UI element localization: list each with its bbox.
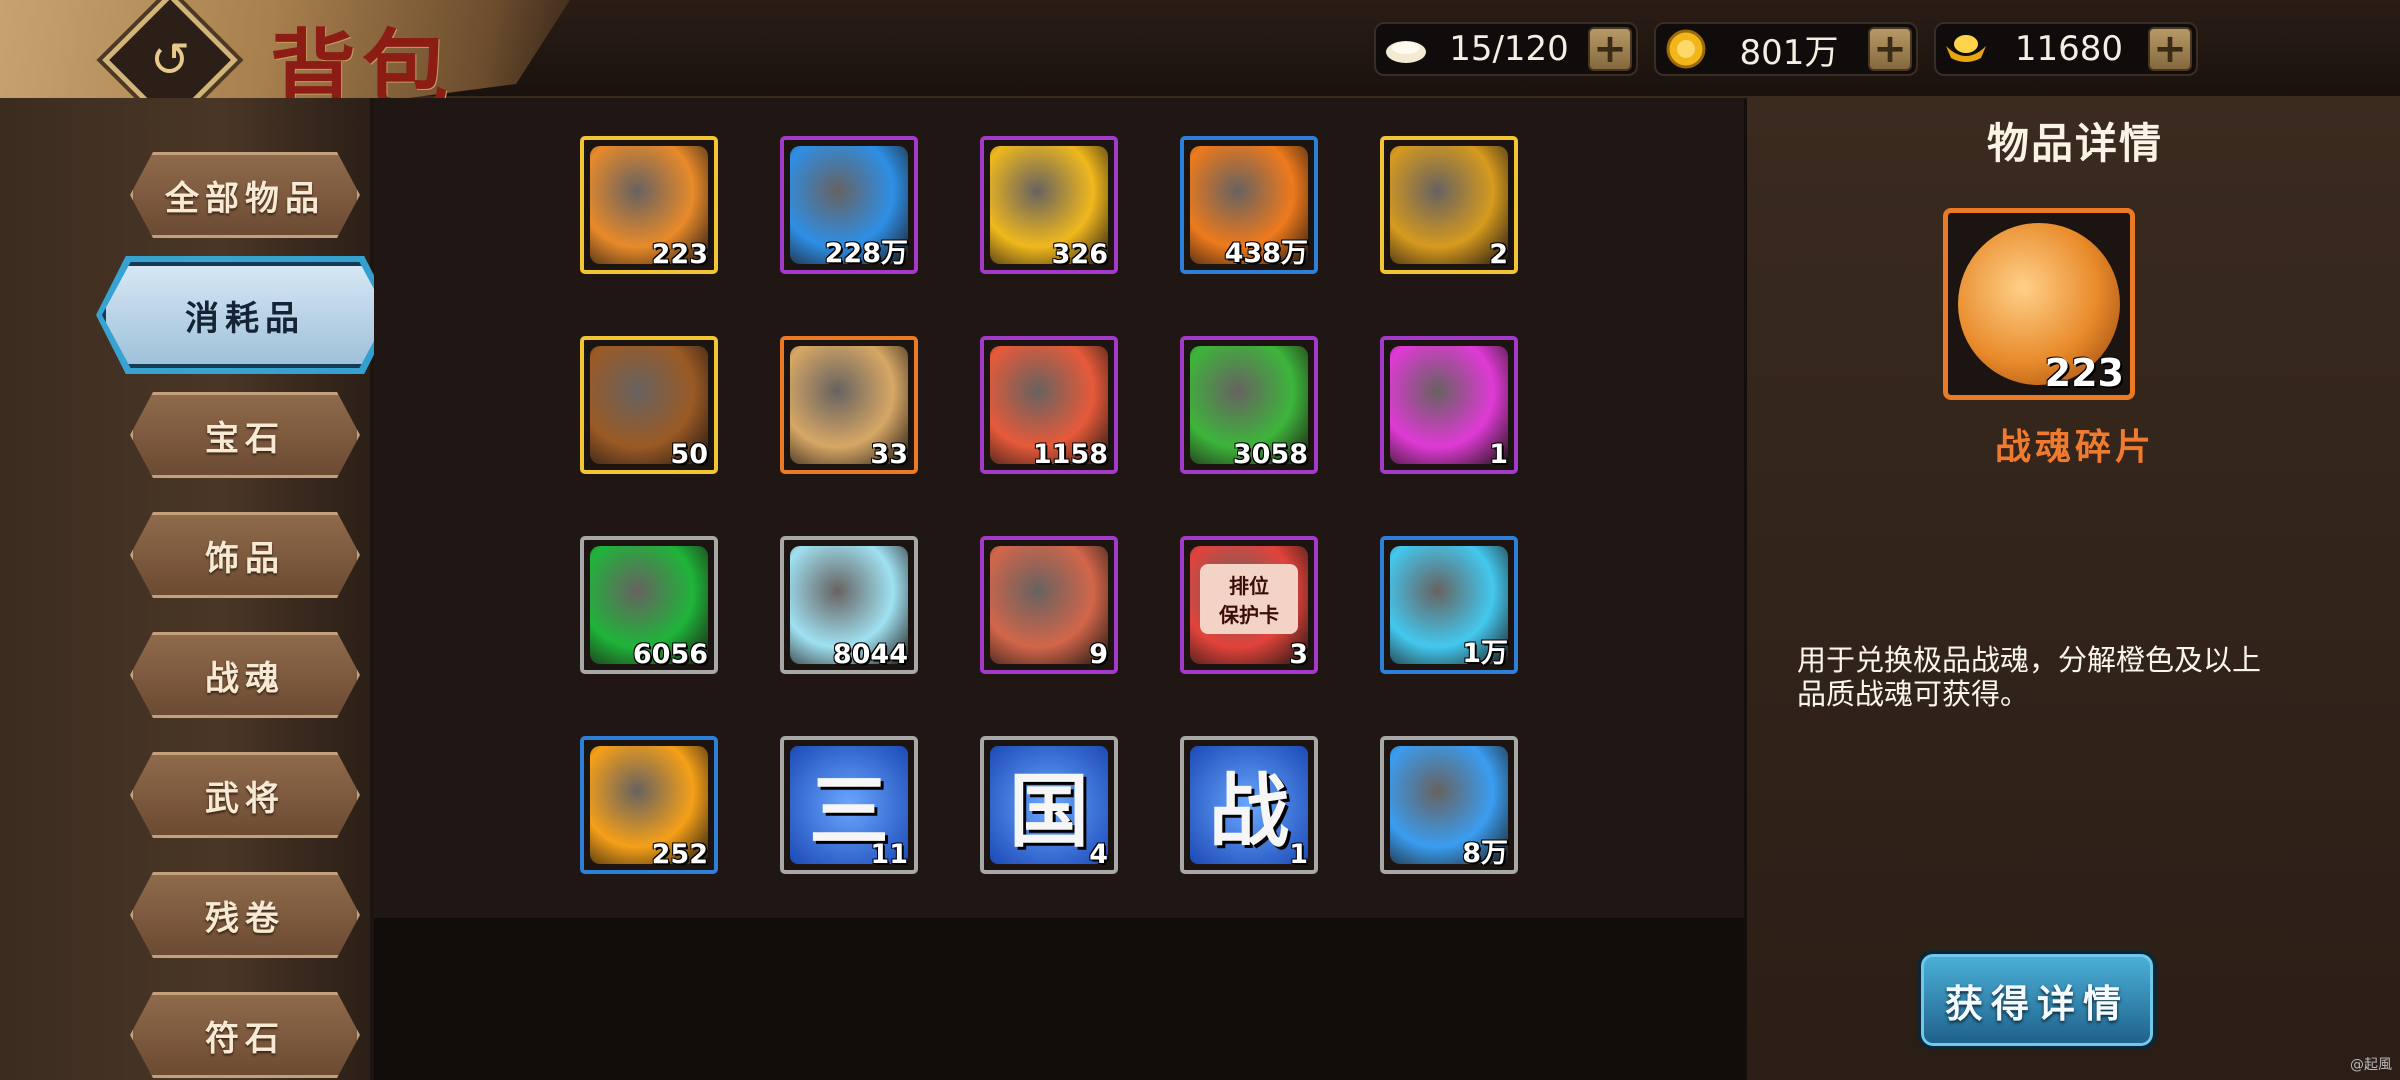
item-count: 6056 [632, 639, 708, 670]
watermark: @起風 [2350, 1057, 2392, 1073]
item-count: 223 [651, 239, 708, 270]
tab-label: 战魂 [205, 658, 285, 699]
item-count: 11 [870, 839, 908, 870]
item-slot[interactable]: 252 [580, 736, 718, 874]
detail-item-count: 223 [2044, 351, 2124, 395]
item-slot[interactable]: 223 [580, 136, 718, 274]
item-count: 1 [1489, 439, 1508, 470]
item-slot[interactable]: 326 [980, 136, 1118, 274]
top-bar: ↺ 背包 15/120 + 801万 + 11680 + [0, 0, 2400, 128]
item-count: 9 [1089, 639, 1108, 670]
item-slot[interactable]: 33 [780, 336, 918, 474]
item-slot[interactable]: 排位 保护卡 3 [1180, 536, 1318, 674]
item-slot[interactable]: 1万 [1380, 536, 1518, 674]
item-count: 3 [1289, 639, 1308, 670]
item-count: 8044 [832, 639, 908, 670]
ingots-counter: 11680 + [1934, 22, 2198, 76]
coin-icon [1662, 25, 1710, 73]
item-slot[interactable]: 438万 [1180, 136, 1318, 274]
obtain-details-label: 获得详情 [1944, 981, 2129, 1026]
coins-value: 801万 [1739, 32, 1839, 73]
stamina-value: 15/120 [1449, 29, 1569, 69]
tab-accessories[interactable]: 饰品 [130, 512, 360, 598]
item-count: 438万 [1224, 238, 1308, 269]
item-count: 8万 [1462, 838, 1508, 869]
item-count: 1158 [1032, 439, 1108, 470]
item-count: 1 [1289, 839, 1308, 870]
rank-card-text: 排位 保护卡 [1200, 564, 1298, 634]
item-slot[interactable]: 3058 [1180, 336, 1318, 474]
gold-ingot-icon [1942, 25, 1990, 73]
tab-label: 消耗品 [185, 298, 305, 339]
back-swirl-icon: ↺ [149, 32, 191, 88]
bun-icon [1382, 25, 1430, 73]
item-count: 3058 [1232, 439, 1308, 470]
tab-consumables[interactable]: 消耗品 [102, 262, 388, 368]
tab-war-souls[interactable]: 战魂 [130, 632, 360, 718]
add-coins-button[interactable]: + [1868, 27, 1912, 71]
item-slot[interactable]: 9 [980, 536, 1118, 674]
item-slot[interactable]: 8万 [1380, 736, 1518, 874]
item-count: 33 [870, 439, 908, 470]
item-count: 228万 [824, 238, 908, 269]
item-count: 1万 [1462, 638, 1508, 669]
tab-fragments[interactable]: 残卷 [130, 872, 360, 958]
tab-runestones[interactable]: 符石 [130, 992, 360, 1078]
detail-title: 物品详情 [1986, 119, 2163, 168]
tab-all-items[interactable]: 全部物品 [130, 152, 360, 238]
tab-gems[interactable]: 宝石 [130, 392, 360, 478]
add-stamina-button[interactable]: + [1588, 27, 1632, 71]
item-count: 326 [1051, 239, 1108, 270]
item-count: 252 [651, 839, 708, 870]
detail-item-name: 战魂碎片 [1994, 427, 2155, 468]
coins-counter: 801万 + [1654, 22, 1918, 76]
item-count: 50 [670, 439, 708, 470]
add-ingots-button[interactable]: + [2148, 27, 2192, 71]
grid-footer [374, 918, 1744, 1080]
obtain-details-button[interactable]: 获得详情 [1917, 950, 2157, 1050]
item-count: 2 [1489, 239, 1508, 270]
tab-generals[interactable]: 武将 [130, 752, 360, 838]
tab-label: 符石 [205, 1018, 285, 1059]
item-slot[interactable]: 三 11 [780, 736, 918, 874]
tab-label: 饰品 [205, 538, 285, 579]
ingots-value: 11680 [2014, 29, 2124, 69]
tab-label: 残卷 [205, 898, 285, 939]
item-slot[interactable]: 228万 [780, 136, 918, 274]
detail-item-slot: 223 [1943, 208, 2135, 400]
item-slot[interactable]: 8044 [780, 536, 918, 674]
stamina-counter: 15/120 + [1374, 22, 1638, 76]
item-slot[interactable]: 战1 [1180, 736, 1318, 874]
tab-label: 武将 [205, 778, 285, 819]
item-slot[interactable]: 2 [1380, 136, 1518, 274]
item-detail-panel: 物品详情 223 战魂碎片 用于兑换极品战魂，分解橙色及以上品质战魂可获得。 获… [1744, 98, 2400, 1080]
item-slot[interactable]: 6056 [580, 536, 718, 674]
item-slot[interactable]: 50 [580, 336, 718, 474]
detail-item-description: 用于兑换极品战魂，分解橙色及以上品质战魂可获得。 [1797, 643, 2262, 711]
item-slot[interactable]: 国4 [980, 736, 1118, 874]
item-slot[interactable]: 1 [1380, 336, 1518, 474]
item-slot[interactable]: 1158 [980, 336, 1118, 474]
tab-label: 宝石 [205, 418, 285, 459]
item-count: 4 [1089, 839, 1108, 870]
tab-label: 全部物品 [165, 178, 325, 219]
